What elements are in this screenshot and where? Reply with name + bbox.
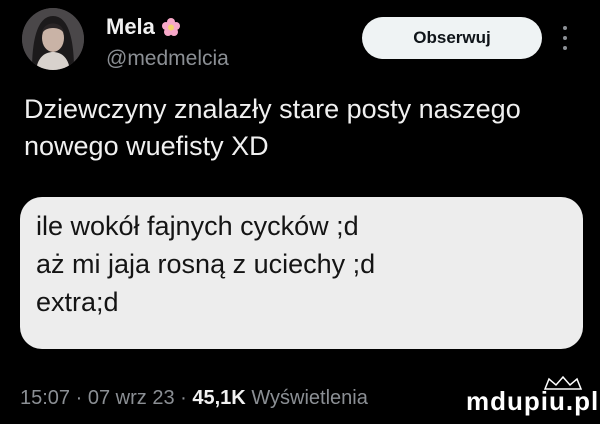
more-vertical-icon[interactable] bbox=[561, 26, 569, 50]
meta-separator: · bbox=[75, 387, 83, 409]
quoted-text-line: extra;d bbox=[36, 287, 119, 317]
tweet-meta: 15:07 · 07 wrz 23 · 45,1K Wyświetlenia bbox=[20, 387, 368, 410]
views-label: Wyświetlenia bbox=[251, 387, 368, 409]
quoted-text-line: aż mi jaja rosną z uciechy ;d bbox=[36, 249, 376, 279]
display-name[interactable]: Mela bbox=[106, 14, 155, 40]
quoted-text: ile wokół fajnych cycków ;d aż mi jaja r… bbox=[36, 207, 375, 321]
tweet-date[interactable]: 07 wrz 23 bbox=[88, 387, 175, 409]
flower-icon bbox=[161, 17, 181, 37]
tweet-time[interactable]: 15:07 bbox=[20, 387, 70, 409]
quoted-text-line: ile wokół fajnych cycków ;d bbox=[36, 211, 359, 241]
author-name-row[interactable]: Mela bbox=[106, 14, 181, 40]
avatar[interactable] bbox=[22, 8, 84, 70]
views-count: 45,1K bbox=[192, 387, 246, 409]
tweet-text-line: Dziewczyny znalazły stare posty naszego bbox=[24, 94, 521, 124]
site-watermark: mdupiu.pl bbox=[466, 386, 600, 416]
quoted-text-card[interactable]: ile wokół fajnych cycków ;d aż mi jaja r… bbox=[20, 197, 583, 349]
tweet-text: Dziewczyny znalazły stare posty naszego … bbox=[24, 91, 594, 165]
tweet-text-line: nowego wuefisty XD bbox=[24, 131, 269, 161]
author-handle[interactable]: @medmelcia bbox=[106, 47, 229, 71]
follow-button[interactable]: Obserwuj bbox=[362, 17, 542, 59]
meta-separator: · bbox=[180, 387, 187, 409]
